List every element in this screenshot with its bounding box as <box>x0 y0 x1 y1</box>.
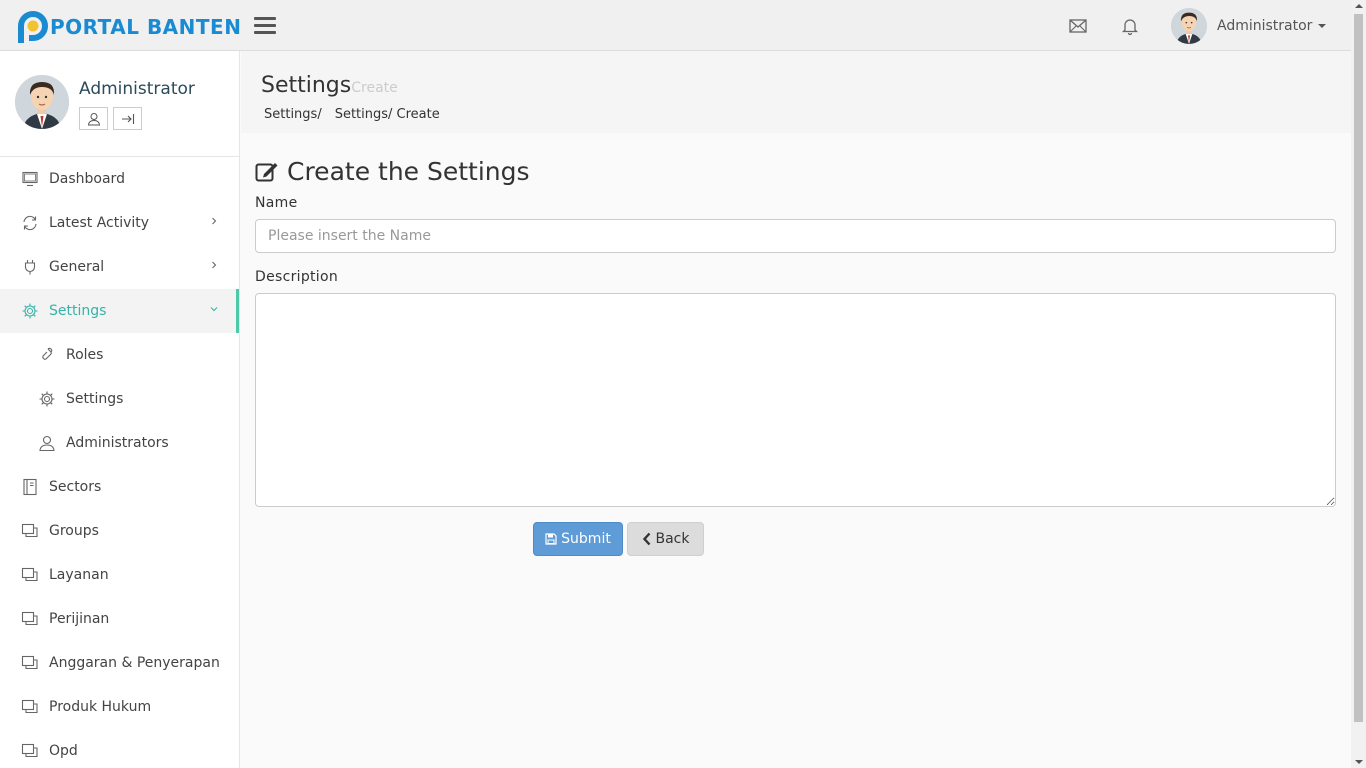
sidebar-item-settings-sub[interactable]: Settings <box>0 377 239 421</box>
sidebar-item-opd[interactable]: Opd <box>0 729 239 768</box>
page-header: SettingsCreate Settings/ Settings/ Creat… <box>241 51 1351 133</box>
sidebar-item-label: General <box>49 259 105 275</box>
logo[interactable]: PORTAL BANTEN <box>17 10 241 44</box>
window-icon <box>21 567 38 582</box>
sidebar-item-layanan[interactable]: Layanan <box>0 553 239 597</box>
sidebar-item-label: Layanan <box>49 567 109 583</box>
sidebar-item-general[interactable]: General <box>0 245 239 289</box>
window-icon <box>21 655 38 670</box>
page-scrollbar[interactable] <box>1351 0 1366 768</box>
name-input[interactable] <box>255 219 1336 253</box>
sidebar-item-label: Perijinan <box>49 611 110 627</box>
scroll-up-icon[interactable] <box>1355 4 1363 8</box>
save-icon <box>545 533 557 545</box>
sidebar-item-roles[interactable]: Roles <box>0 333 239 377</box>
avatar <box>1171 8 1207 44</box>
sidebar-item-administrators[interactable]: Administrators <box>0 421 239 465</box>
sidebar-item-label: Latest Activity <box>49 215 150 231</box>
mail-icon[interactable] <box>1068 16 1088 36</box>
user-name: Administrator <box>1217 18 1313 34</box>
chevron-down-icon <box>210 307 218 312</box>
monitor-icon <box>22 171 38 187</box>
chevron-down-icon <box>1318 24 1327 28</box>
sidebar-item-label: Administrators <box>66 435 169 451</box>
sidebar-item-label: Opd <box>49 743 78 759</box>
page-title-text: Settings <box>261 73 352 98</box>
breadcrumb: Settings/ Settings/ Create <box>264 107 440 122</box>
sidebar-menu: Dashboard Latest Activity General Settin… <box>0 157 239 768</box>
gear-icon <box>22 303 38 319</box>
scrollbar-thumb[interactable] <box>1354 14 1363 722</box>
window-icon <box>21 523 38 538</box>
sidebar-item-perijinan[interactable]: Perijinan <box>0 597 239 641</box>
page-title: SettingsCreate <box>261 73 398 98</box>
window-icon <box>21 611 38 626</box>
edit-icon <box>255 162 278 181</box>
user-menu[interactable]: Administrator <box>1171 8 1327 44</box>
breadcrumb-item[interactable]: Settings/ <box>264 107 322 122</box>
sidebar-item-produk-hukum[interactable]: Produk Hukum <box>0 685 239 729</box>
profile-button[interactable] <box>79 107 108 130</box>
portal-logo-icon <box>17 10 49 44</box>
profile-name: Administrator <box>79 79 195 99</box>
submit-label: Submit <box>561 531 611 547</box>
sidebar-item-sectors[interactable]: Sectors <box>0 465 239 509</box>
chevron-left-icon <box>642 532 650 546</box>
sidebar-item-latest-activity[interactable]: Latest Activity <box>0 201 239 245</box>
sidebar-profile: Administrator <box>0 51 239 157</box>
logout-icon <box>121 113 134 124</box>
sidebar-item-anggaran-penyerapan[interactable]: Anggaran & Penyerapan <box>0 641 239 685</box>
sidebar-item-label: Roles <box>66 347 104 363</box>
description-label: Description <box>255 269 339 285</box>
bell-icon[interactable] <box>1120 16 1140 36</box>
sidebar-item-groups[interactable]: Groups <box>0 509 239 553</box>
user-icon <box>87 112 100 125</box>
top-navbar: PORTAL BANTEN Administrator <box>0 0 1351 51</box>
sidebar-item-label: Dashboard <box>49 171 125 187</box>
brand-name: PORTAL BANTEN <box>50 15 242 39</box>
sidebar-item-label: Settings <box>49 303 107 319</box>
notebook-icon <box>23 478 37 496</box>
sidebar-item-label: Groups <box>49 523 99 539</box>
page-subtitle: Create <box>351 80 398 96</box>
name-label: Name <box>255 195 298 211</box>
menu-toggle-icon[interactable] <box>254 17 276 35</box>
plug-icon <box>24 260 36 275</box>
link-icon <box>42 347 53 360</box>
sidebar: Administrator Dashboard Latest Activity … <box>0 51 240 768</box>
user-icon <box>39 435 55 452</box>
form-title: Create the Settings <box>255 157 530 186</box>
window-icon <box>21 743 38 758</box>
sidebar-item-label: Anggaran & Penyerapan <box>49 655 220 671</box>
sidebar-item-settings[interactable]: Settings <box>0 289 239 333</box>
description-textarea[interactable] <box>255 293 1336 507</box>
sidebar-item-label: Sectors <box>49 479 102 495</box>
sidebar-item-label: Produk Hukum <box>49 699 152 715</box>
back-label: Back <box>655 531 690 547</box>
breadcrumb-item[interactable]: Settings/ Create <box>335 107 440 122</box>
back-button[interactable]: Back <box>627 522 704 556</box>
refresh-icon <box>23 215 37 231</box>
sidebar-item-label: Settings <box>66 391 124 407</box>
avatar <box>15 75 69 129</box>
form-title-text: Create the Settings <box>287 157 530 186</box>
scroll-down-icon[interactable] <box>1355 760 1363 764</box>
window-icon <box>21 699 38 714</box>
sidebar-item-dashboard[interactable]: Dashboard <box>0 157 239 201</box>
chevron-right-icon <box>212 261 217 269</box>
chevron-right-icon <box>212 217 217 225</box>
logout-button[interactable] <box>113 107 142 130</box>
submit-button[interactable]: Submit <box>533 522 623 556</box>
gear-icon <box>39 391 55 407</box>
